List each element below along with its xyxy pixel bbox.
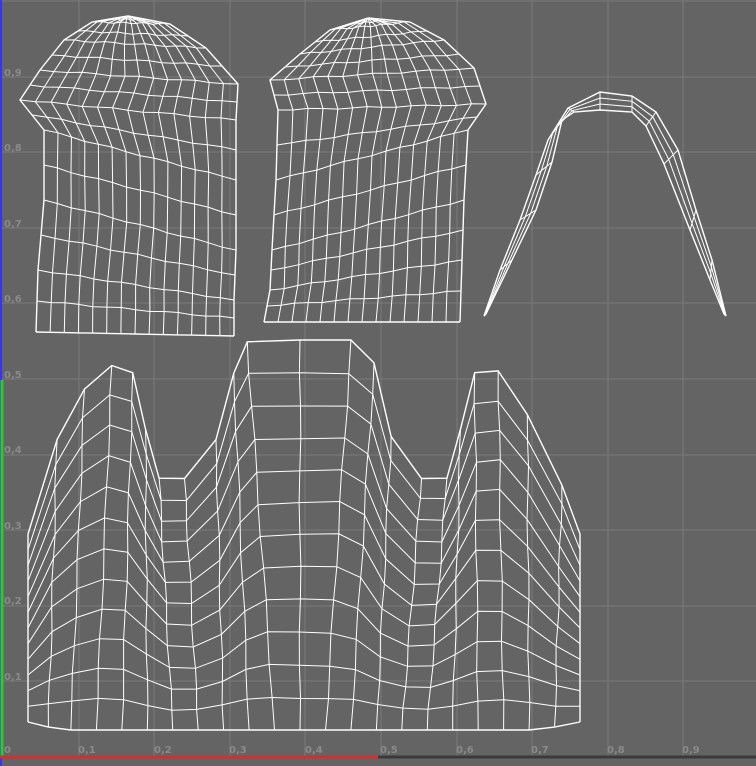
u-tick-label: 0,1 (78, 745, 96, 756)
u-tick-label: 0 (4, 745, 11, 756)
u-tick-label: 0,7 (531, 745, 549, 756)
u-tick-label: 0,2 (154, 745, 172, 756)
v-tick-label: 0,6 (4, 294, 22, 305)
v-tick-label: 0,8 (4, 143, 22, 154)
v-tick-label: 0,1 (4, 672, 22, 683)
v-tick-label: 0,7 (4, 219, 22, 230)
v-tick-label: 0,5 (4, 370, 22, 381)
u-tick-label: 0,8 (607, 745, 625, 756)
v-tick-label: 0,9 (4, 68, 22, 79)
v-tick-label: 0,4 (4, 445, 22, 456)
u-tick-label: 0,4 (305, 745, 323, 756)
v-tick-label: 0,2 (4, 596, 22, 607)
u-tick-label: 0,3 (229, 745, 247, 756)
u-tick-label: 0,9 (682, 745, 700, 756)
u-tick-label: 0,5 (380, 745, 398, 756)
uv-editor-viewport[interactable]: 0 0,1 0,2 0,3 0,4 0,5 0,6 0,7 0,8 0,9 0,… (0, 0, 756, 766)
v-tick-label: 0,3 (4, 521, 22, 532)
u-tick-label: 0,6 (456, 745, 474, 756)
